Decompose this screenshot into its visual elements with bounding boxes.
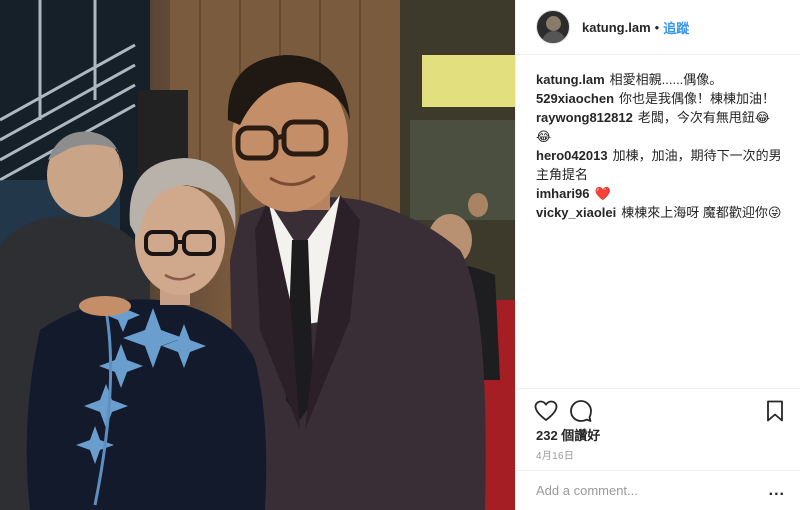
comment-bubble-icon[interactable] bbox=[569, 399, 593, 423]
comment-text: 棟棟來上海呀 魔都歡迎你😜 bbox=[621, 205, 782, 220]
comment-box: ... bbox=[516, 470, 800, 510]
comment-text: ❤️ bbox=[594, 186, 611, 201]
comment-list: katung.lam 相愛相親......偶像。 529xiaochen 你也是我偶… bbox=[536, 70, 786, 222]
follow-button[interactable]: 追蹤 bbox=[663, 18, 689, 37]
post-header: katung.lam • 追蹤 bbox=[516, 0, 800, 55]
post-date[interactable]: 4月16日 bbox=[536, 447, 574, 462]
caption: katung.lam 相愛相親......偶像。 bbox=[536, 70, 786, 89]
comment-username[interactable]: 529xiaochen bbox=[536, 91, 614, 106]
comment-item: raywong812812 老闆，今次有無甩鈕😂 😂 bbox=[536, 108, 786, 146]
avatar[interactable] bbox=[536, 10, 570, 44]
comment-username[interactable]: vicky_xiaolei bbox=[536, 205, 616, 220]
more-options-button[interactable]: ... bbox=[769, 482, 785, 500]
comment-username[interactable]: raywong812812 bbox=[536, 110, 633, 125]
header-username[interactable]: katung.lam bbox=[582, 20, 651, 35]
comment-username[interactable]: katung.lam bbox=[536, 72, 605, 87]
comment-item: 529xiaochen 你也是我偶像！棟棟加油！ bbox=[536, 89, 786, 108]
comment-item: hero042013 加棟，加油，期待下一次的男主角提名 bbox=[536, 146, 786, 184]
post-side-panel: katung.lam • 追蹤 katung.lam 相愛相親......偶像。 … bbox=[515, 0, 800, 510]
post-photo[interactable] bbox=[0, 0, 515, 510]
comment-input[interactable] bbox=[536, 483, 756, 498]
comment-item: vicky_xiaolei 棟棟來上海呀 魔都歡迎你😜 bbox=[536, 203, 786, 222]
comment-username[interactable]: imhari96 bbox=[536, 186, 589, 201]
bookmark-icon[interactable] bbox=[763, 399, 787, 423]
comment-username[interactable]: hero042013 bbox=[536, 148, 608, 163]
like-count[interactable]: 232 個讚好 bbox=[536, 425, 600, 444]
comment-text: 你也是我偶像！棟棟加油！ bbox=[619, 91, 776, 106]
comment-item: imhari96 ❤️ bbox=[536, 184, 786, 203]
heart-icon[interactable] bbox=[534, 399, 558, 423]
header-separator: • bbox=[654, 19, 660, 35]
photo-scene bbox=[0, 0, 515, 510]
comment-text: 相愛相親......偶像。 bbox=[609, 72, 723, 87]
